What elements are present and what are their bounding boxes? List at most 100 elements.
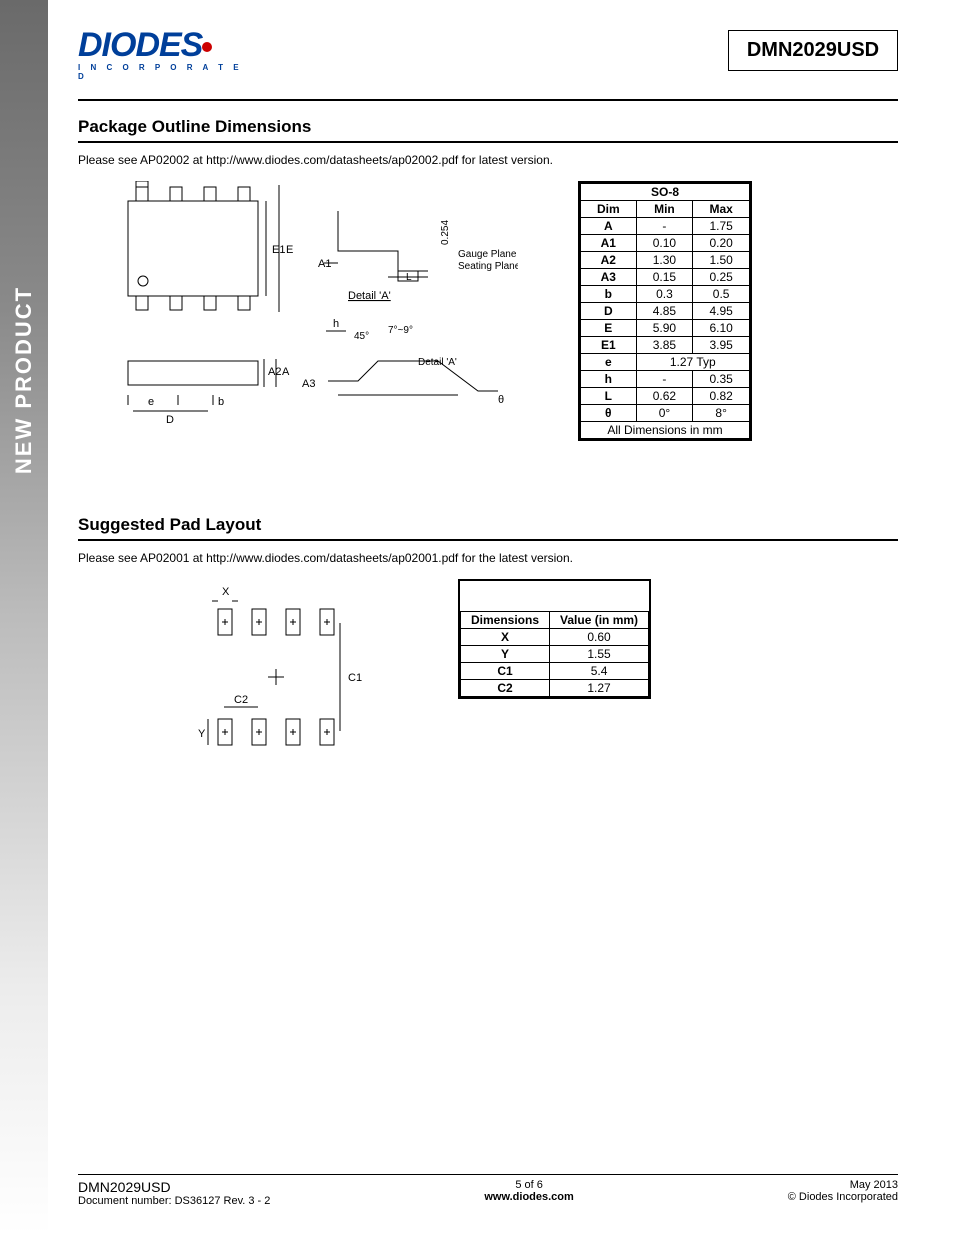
- sidebar-label: NEW PRODUCT: [11, 286, 37, 474]
- label-0254: 0.254: [440, 219, 451, 244]
- table-row: A10.100.20: [581, 234, 750, 251]
- label-C2: C2: [234, 694, 248, 706]
- logo-sub-text: I N C O R P O R A T E D: [78, 63, 248, 81]
- cell-span: 1.27 Typ: [636, 353, 749, 370]
- cell-max: 8°: [693, 404, 750, 421]
- label-gauge-plane: Gauge Plane: [458, 249, 517, 260]
- section1-body: E1 E A1 L Detail 'A' 0.254 Gauge Plane S…: [78, 181, 898, 441]
- label-detail-a: Detail 'A': [348, 290, 391, 302]
- cell-dim: A2: [581, 251, 637, 268]
- label-D: D: [166, 414, 174, 426]
- package-svg: E1 E A1 L Detail 'A' 0.254 Gauge Plane S…: [78, 181, 518, 441]
- cell-min: 5.90: [636, 319, 693, 336]
- cell-max: 0.25: [693, 268, 750, 285]
- part-number-box: DMN2029USD: [728, 30, 898, 71]
- label-E1: E1: [272, 244, 285, 256]
- pad-layout-figure: X C1 C2 Y: [198, 579, 378, 769]
- label-detail-a2: Detail 'A': [418, 357, 457, 368]
- table-row: L0.620.82: [581, 387, 750, 404]
- logo-dot-icon: [202, 42, 212, 52]
- footer-url: www.diodes.com: [484, 1191, 573, 1203]
- cell-max: 0.35: [693, 370, 750, 387]
- table-row: Y1.55: [461, 645, 649, 662]
- table-row: b0.30.5: [581, 285, 750, 302]
- cell-dim: A3: [581, 268, 637, 285]
- cell-dim: X: [461, 628, 550, 645]
- cell-min: -: [636, 217, 693, 234]
- col-min: Min: [636, 200, 693, 217]
- footer-docnum: Document number: DS36127 Rev. 3 - 2: [78, 1195, 270, 1207]
- cell-max: 0.5: [693, 285, 750, 302]
- label-A1: A1: [318, 258, 331, 270]
- package-outline-figure: E1 E A1 L Detail 'A' 0.254 Gauge Plane S…: [78, 181, 518, 441]
- label-45deg: 45°: [354, 331, 369, 342]
- label-L: L: [406, 272, 412, 283]
- section2-title: Suggested Pad Layout: [78, 511, 898, 541]
- cell-min: 0.10: [636, 234, 693, 251]
- label-A2: A2: [268, 366, 281, 378]
- cell-dim: θ: [581, 404, 637, 421]
- section1-note: Please see AP02002 at http://www.diodes.…: [78, 153, 898, 167]
- cell-min: 0°: [636, 404, 693, 421]
- footer-part: DMN2029USD: [78, 1179, 270, 1195]
- company-logo: DIODES I N C O R P O R A T E D: [78, 30, 248, 81]
- cell-min: -: [636, 370, 693, 387]
- section1-title: Package Outline Dimensions: [78, 113, 898, 143]
- so8-table-wrapper: SO-8 Dim Min Max A-1.75A10.100.20A21.301…: [578, 181, 752, 441]
- footer-mid: 5 of 6 www.diodes.com: [484, 1179, 573, 1207]
- table-row: h-0.35: [581, 370, 750, 387]
- label-X: X: [222, 586, 230, 598]
- section2-note: Please see AP02001 at http://www.diodes.…: [78, 551, 898, 565]
- cell-val: 1.27: [550, 679, 649, 696]
- cell-min: 0.62: [636, 387, 693, 404]
- table-row: D4.854.95: [581, 302, 750, 319]
- col-max: Max: [693, 200, 750, 217]
- cell-dim: C1: [461, 662, 550, 679]
- cell-max: 0.20: [693, 234, 750, 251]
- cell-min: 0.3: [636, 285, 693, 302]
- cell-dim: h: [581, 370, 637, 387]
- cell-max: 0.82: [693, 387, 750, 404]
- logo-text: DIODES: [78, 30, 248, 61]
- page-footer: DMN2029USD Document number: DS36127 Rev.…: [78, 1174, 898, 1207]
- cell-val: 1.55: [550, 645, 649, 662]
- header-row: DIODES I N C O R P O R A T E D DMN2029US…: [78, 30, 898, 81]
- sidebar-new-product: NEW PRODUCT: [0, 0, 48, 1235]
- cell-dim: b: [581, 285, 637, 302]
- table-row: A30.150.25: [581, 268, 750, 285]
- cell-max: 1.50: [693, 251, 750, 268]
- label-theta: θ: [498, 394, 504, 406]
- label-Y: Y: [198, 728, 206, 740]
- pad-svg: X C1 C2 Y: [198, 579, 378, 769]
- cell-max: 4.95: [693, 302, 750, 319]
- table-row: θ0°8°: [581, 404, 750, 421]
- cell-dim: Y: [461, 645, 550, 662]
- cell-dim: E: [581, 319, 637, 336]
- footer-right: May 2013 © Diodes Incorporated: [788, 1179, 898, 1207]
- footer-copyright: © Diodes Incorporated: [788, 1191, 898, 1203]
- cell-dim: A: [581, 217, 637, 234]
- label-b: b: [218, 396, 224, 408]
- label-C1: C1: [348, 672, 362, 684]
- section2-body: X C1 C2 Y Dimensions Value (in mm) X0.60…: [78, 579, 898, 769]
- cell-dim: C2: [461, 679, 550, 696]
- table-row: e1.27 Typ: [581, 353, 750, 370]
- table-row: X0.60: [461, 628, 649, 645]
- logo-main-text: DIODES: [78, 26, 202, 64]
- so8-dimensions-table: SO-8 Dim Min Max A-1.75A10.100.20A21.301…: [580, 183, 750, 439]
- label-h: h: [333, 318, 339, 330]
- footer-date: May 2013: [850, 1179, 898, 1191]
- cell-dim: E1: [581, 336, 637, 353]
- col-dim: Dim: [581, 200, 637, 217]
- table-row: A21.301.50: [581, 251, 750, 268]
- table-row: E13.853.95: [581, 336, 750, 353]
- label-7-9deg: 7°~9°: [388, 325, 413, 336]
- cell-min: 3.85: [636, 336, 693, 353]
- table-row: A-1.75: [581, 217, 750, 234]
- cell-min: 4.85: [636, 302, 693, 319]
- header-divider: [78, 99, 898, 101]
- so8-table-footer: All Dimensions in mm: [581, 421, 750, 438]
- pad-col-val: Value (in mm): [550, 611, 649, 628]
- cell-max: 3.95: [693, 336, 750, 353]
- table-row: E5.906.10: [581, 319, 750, 336]
